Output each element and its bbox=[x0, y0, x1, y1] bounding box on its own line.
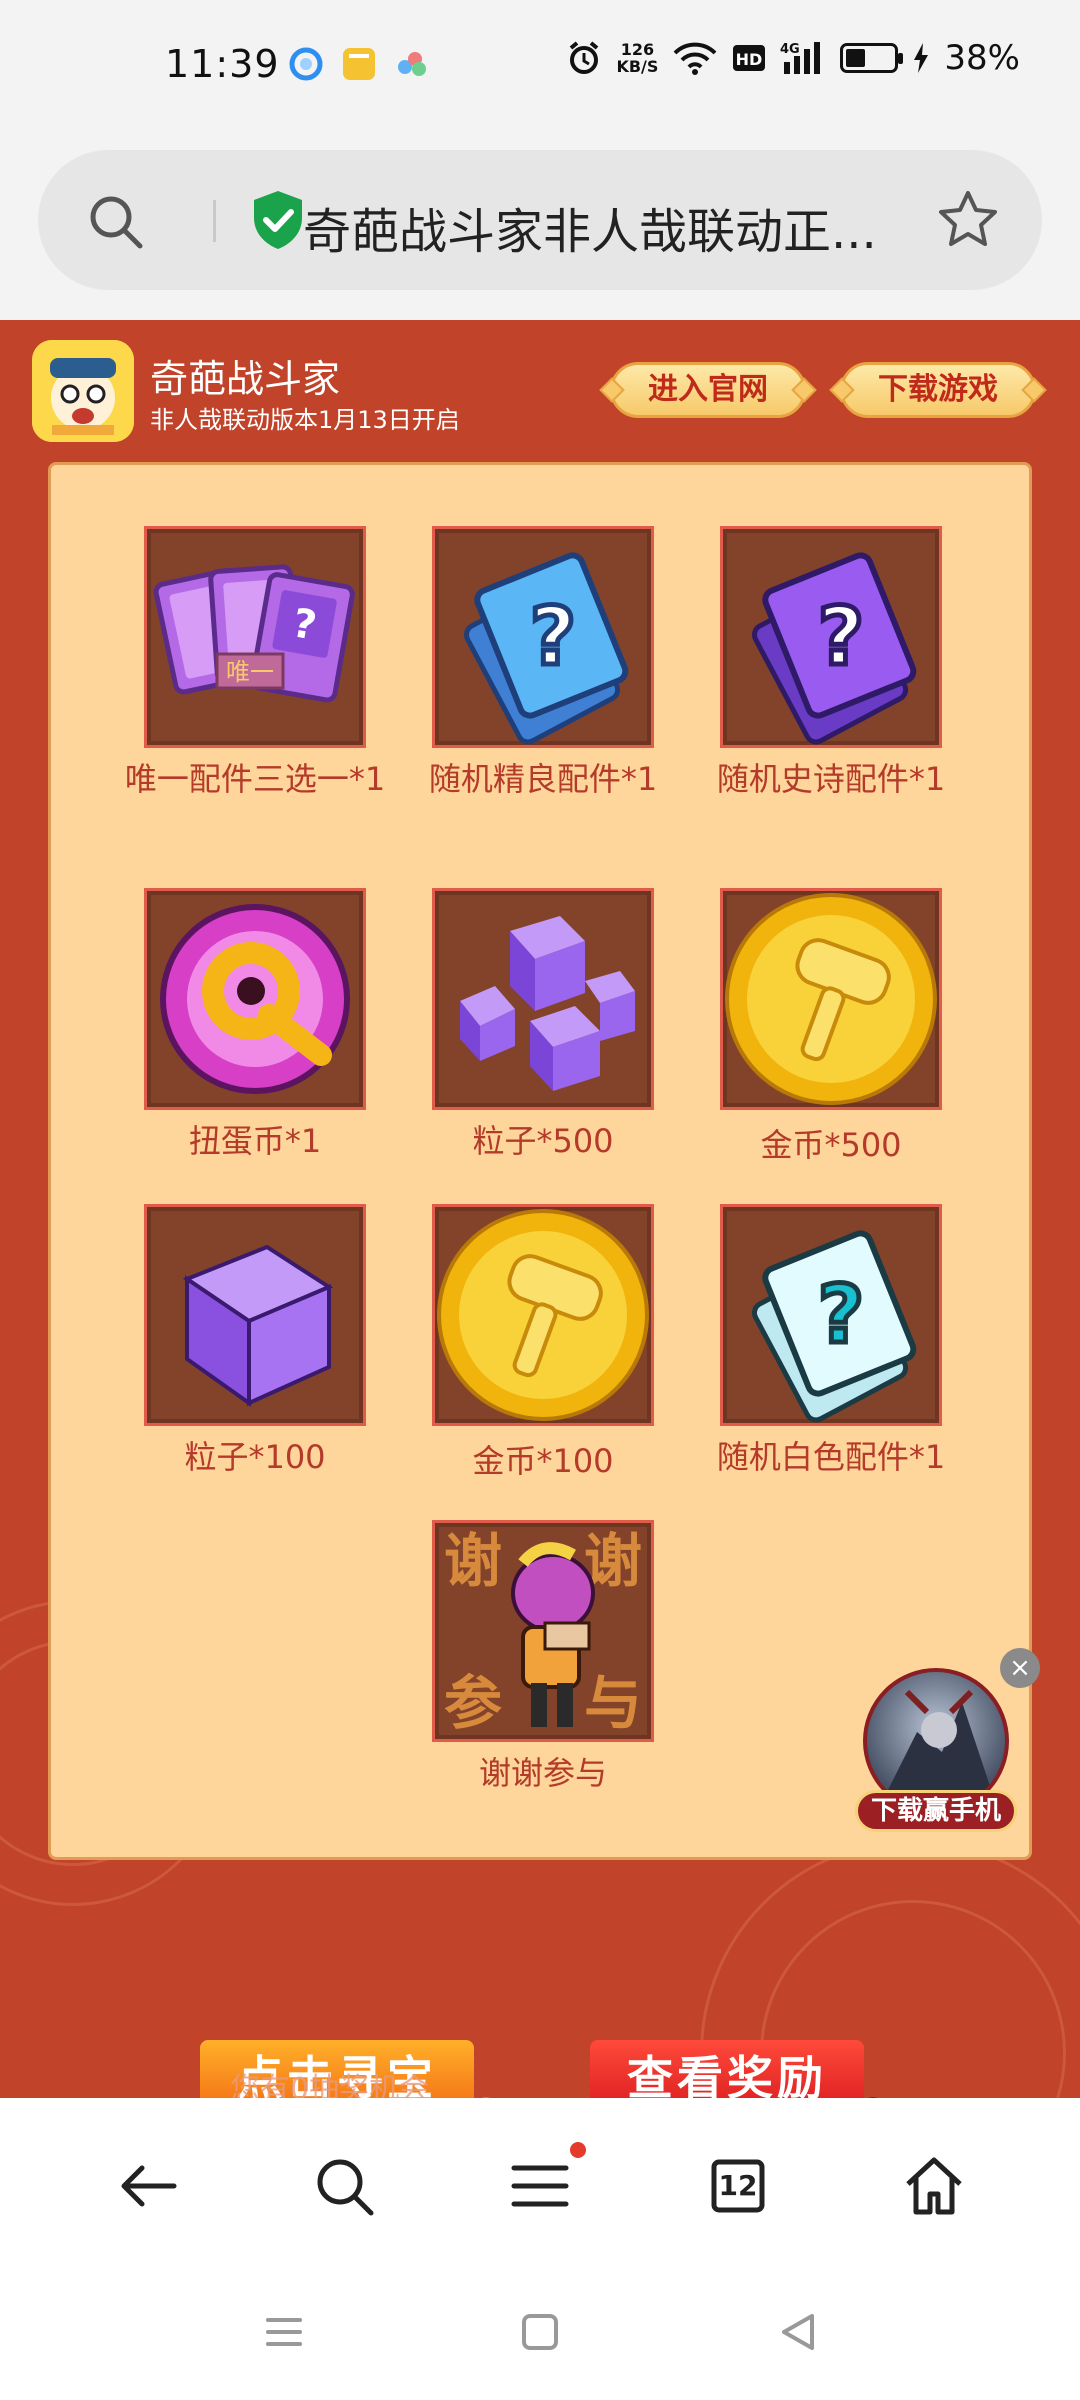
prize-tile bbox=[720, 888, 942, 1110]
search-icon[interactable] bbox=[86, 192, 146, 252]
web-page: 奇葩战斗家 非人哉联动版本1月13日开启 进入官网 下载游戏 ? 唯一 唯一配件… bbox=[0, 320, 1080, 2098]
battery-icon bbox=[840, 43, 904, 73]
svg-text:谢: 谢 bbox=[444, 1527, 502, 1595]
hd-voice-icon: HD bbox=[733, 45, 766, 71]
svg-text:唯一: 唯一 bbox=[226, 658, 274, 686]
floating-ad[interactable]: 下载赢手机 × bbox=[855, 1648, 1040, 1838]
prize-label: 唯一配件三选一*1 bbox=[124, 760, 386, 798]
svg-text:HD: HD bbox=[736, 50, 763, 69]
svg-text:参: 参 bbox=[444, 1669, 502, 1737]
official-site-button[interactable]: 进入官网 bbox=[610, 362, 806, 418]
prize-tile: ? bbox=[720, 526, 942, 748]
status-indicators: 126 KB/S HD 4G 38% bbox=[566, 38, 1020, 78]
home-square-icon[interactable] bbox=[518, 2310, 562, 2354]
tabs-button[interactable]: 12 bbox=[702, 2150, 774, 2222]
particle-cube-icon bbox=[182, 1244, 334, 1407]
battery-percent: 38% bbox=[944, 38, 1020, 78]
prize-label: 随机史诗配件*1 bbox=[716, 760, 946, 798]
prize-label: 金币*100 bbox=[472, 1442, 614, 1480]
charging-icon bbox=[914, 43, 929, 73]
purple-mystery-card-icon: ? bbox=[751, 552, 917, 745]
divider bbox=[213, 200, 216, 242]
prize-label: 金币*500 bbox=[760, 1126, 902, 1164]
net-speed-unit: KB/S bbox=[616, 57, 659, 76]
back-triangle-icon[interactable] bbox=[776, 2310, 820, 2354]
signal-4g-icon: 4G bbox=[780, 42, 821, 74]
bookmark-star-icon[interactable] bbox=[936, 188, 1000, 252]
svg-text:?: ? bbox=[818, 590, 864, 683]
back-arrow-icon[interactable] bbox=[112, 2150, 184, 2222]
cloud-decor-icon bbox=[868, 2097, 878, 2098]
prize-label: 随机白色配件*1 bbox=[716, 1438, 946, 1476]
svg-text:?: ? bbox=[530, 590, 576, 683]
home-icon[interactable] bbox=[898, 2150, 970, 2222]
white-mystery-card-icon: ? bbox=[751, 1230, 917, 1423]
cloud-decor-icon bbox=[481, 2097, 491, 2098]
gold-coin-icon bbox=[725, 893, 937, 1105]
prize-tile: ? 唯一 bbox=[144, 526, 366, 748]
prize-label: 粒子*100 bbox=[184, 1438, 326, 1476]
cloud-notification-icon bbox=[398, 52, 426, 76]
svg-text:与: 与 bbox=[584, 1669, 642, 1737]
search-icon[interactable] bbox=[308, 2150, 380, 2222]
particle-cubes-icon bbox=[460, 916, 635, 1091]
status-time: 11:39 bbox=[165, 42, 280, 86]
prize-tile bbox=[144, 888, 366, 1110]
svg-text:4G: 4G bbox=[780, 42, 800, 57]
url-title[interactable]: 奇葩战斗家非人哉联动正... bbox=[303, 192, 923, 262]
prize-tile bbox=[144, 1204, 366, 1426]
game-app-icon[interactable] bbox=[32, 340, 134, 442]
status-bar: 11:39 126 KB/S HD 4G 38% bbox=[0, 0, 1080, 140]
address-bar[interactable]: 奇葩战斗家非人哉联动正... bbox=[38, 150, 1042, 290]
download-game-button[interactable]: 下载游戏 bbox=[840, 362, 1036, 418]
draw-chances-text: 您有0抽奖机会 bbox=[230, 2072, 430, 2098]
net-speed-value: 126 bbox=[620, 40, 655, 59]
game-subtitle: 非人哉联动版本1月13日开启 bbox=[150, 406, 460, 434]
browser-toolbar: 12 bbox=[0, 2098, 1080, 2268]
wifi-icon bbox=[673, 42, 717, 75]
notes-notification-icon bbox=[343, 48, 375, 80]
tabs-count: 12 bbox=[718, 2169, 758, 2202]
close-ad-button[interactable]: × bbox=[1000, 1648, 1040, 1688]
network-speed: 126 KB/S bbox=[616, 41, 658, 75]
game-title: 奇葩战斗家 bbox=[150, 357, 341, 401]
prize-tile: ? bbox=[720, 1204, 942, 1426]
browser-notification-icon bbox=[289, 47, 323, 81]
blue-mystery-card-icon: ? bbox=[463, 552, 629, 745]
prize-label: 随机精良配件*1 bbox=[428, 760, 658, 798]
gacha-coin-icon bbox=[160, 904, 350, 1094]
thanks-character-icon: 谢 谢 参 与 bbox=[444, 1527, 642, 1737]
prize-tile: 谢 谢 参 与 bbox=[432, 1520, 654, 1742]
prize-label: 粒子*500 bbox=[472, 1122, 614, 1160]
secure-shield-icon[interactable] bbox=[248, 188, 308, 252]
notification-dot bbox=[570, 2142, 586, 2158]
view-rewards-button[interactable]: 查看奖励 bbox=[590, 2040, 864, 2098]
unique-part-cards-icon: ? 唯一 bbox=[153, 564, 355, 703]
prize-tile: ? bbox=[432, 526, 654, 748]
prize-label: 谢谢参与 bbox=[478, 1754, 607, 1792]
prize-tile bbox=[432, 888, 654, 1110]
prize-label: 扭蛋币*1 bbox=[188, 1122, 322, 1160]
prize-tile bbox=[432, 1204, 654, 1426]
svg-text:?: ? bbox=[818, 1268, 864, 1361]
ad-label[interactable]: 下载赢手机 bbox=[855, 1790, 1017, 1832]
system-navigation-bar bbox=[0, 2268, 1080, 2400]
gold-coin-icon bbox=[437, 1209, 649, 1421]
menu-icon[interactable] bbox=[504, 2150, 576, 2222]
recent-apps-icon[interactable] bbox=[262, 2310, 306, 2354]
alarm-icon bbox=[570, 41, 599, 74]
